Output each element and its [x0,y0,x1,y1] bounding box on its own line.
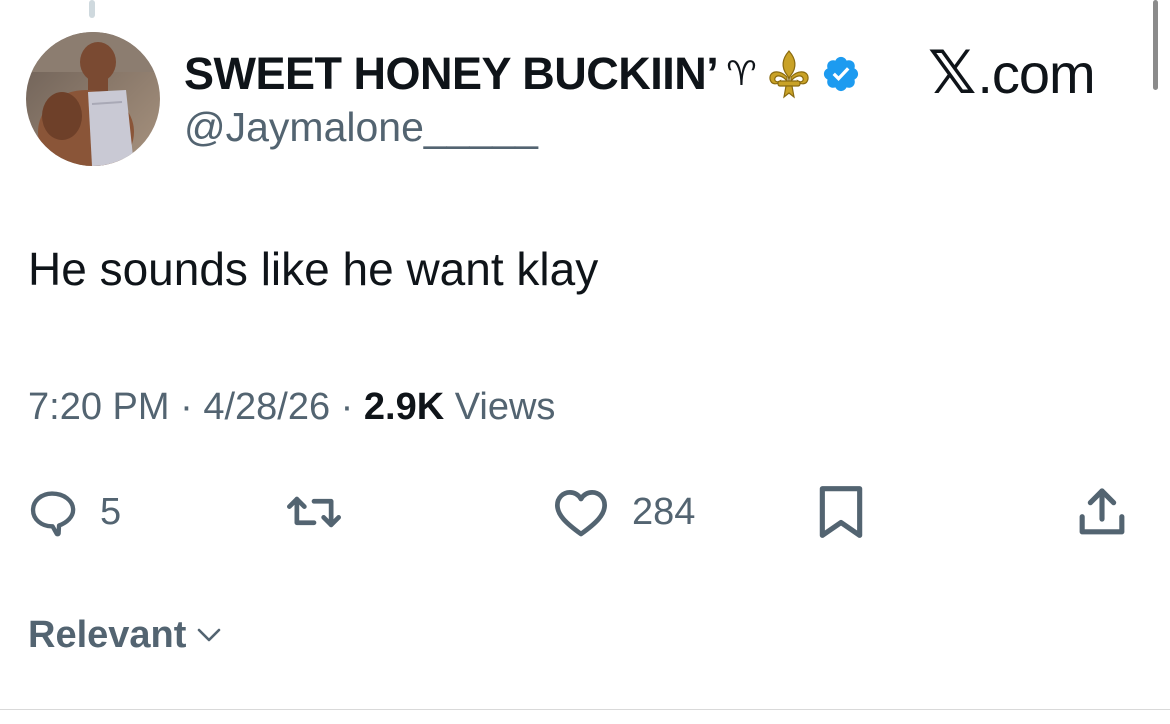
user-handle[interactable]: @Jaymalone_____ [184,104,538,151]
x-com-watermark: 𝕏 .com [928,38,1096,108]
aries-icon: ♈ [726,54,757,94]
retweet-icon [287,496,341,528]
reply-button[interactable]: 5 [26,482,121,542]
thread-connector-line [89,0,95,18]
share-button[interactable] [1074,482,1130,542]
tweet-metadata: 7:20 PM · 4/28/26 · 2.9K Views [28,386,555,429]
x-logo-icon: 𝕏 [928,39,976,106]
retweet-button[interactable] [284,482,366,542]
share-icon [1079,488,1125,535]
tweet-date[interactable]: 4/28/26 [203,386,330,428]
like-count: 284 [632,490,696,533]
heart-icon [555,490,607,537]
brand-domain: .com [977,41,1095,105]
scrollbar[interactable] [1153,0,1158,90]
sort-label: Relevant [28,613,187,656]
meta-separator: · [180,386,193,428]
avatar[interactable] [26,32,160,166]
avatar-photo [26,32,160,166]
meta-separator: · [340,386,354,428]
tweet-time[interactable]: 7:20 PM [28,386,170,428]
fleur-de-lis-icon [767,49,811,99]
display-name-row[interactable]: SWEET HONEY BUCKIIN’ ♈ [184,44,861,104]
like-button[interactable]: 284 [552,482,695,542]
views-count: 2.9K [363,386,445,428]
divider [0,709,1170,710]
views-label: Views [454,386,556,428]
tweet-text: He sounds like he want klay [28,243,599,295]
display-name[interactable]: SWEET HONEY BUCKIIN’ [184,48,719,100]
chevron-down-icon [198,628,221,642]
verified-badge-icon[interactable] [821,54,861,94]
reply-count: 5 [100,490,122,533]
reply-icon [30,491,76,537]
bookmark-button[interactable] [815,482,867,542]
sort-replies-dropdown[interactable]: Relevant [28,610,222,660]
bookmark-icon [819,486,863,538]
